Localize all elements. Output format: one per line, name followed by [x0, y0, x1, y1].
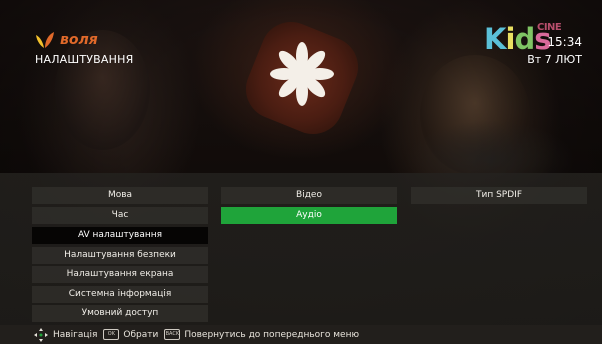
- hint-navigate: Навігація: [53, 329, 98, 340]
- channel-logo-cinema: CINE: [537, 22, 562, 33]
- brand-name: воля: [60, 32, 98, 48]
- menu-item-language[interactable]: Мова: [32, 187, 208, 204]
- menu-item-security-settings[interactable]: Налаштування безпеки: [32, 247, 208, 264]
- menu-item-system-info[interactable]: Системна інформація: [32, 286, 208, 303]
- menu-item-conditional-access[interactable]: Умовний доступ: [32, 305, 208, 322]
- option-video[interactable]: Відео: [221, 187, 397, 204]
- menu-item-screen-settings[interactable]: Налаштування екрана: [32, 266, 208, 283]
- hint-select: Обрати: [123, 329, 159, 340]
- brand: воля: [34, 31, 98, 49]
- submenu-spdif-type[interactable]: Тип SPDIF: [411, 187, 587, 204]
- menu-item-av-settings[interactable]: AV налаштування: [32, 227, 208, 244]
- option-audio[interactable]: Аудіо: [221, 207, 397, 224]
- volia-leaf-logo-icon: [36, 32, 54, 48]
- channel-logo-letter: K: [484, 22, 507, 56]
- clock-time: 15:34: [547, 35, 582, 49]
- back-key-icon: BACK: [164, 329, 181, 340]
- hint-back: Повернутись до попереднього меню: [184, 329, 360, 340]
- footer-hints: Навігація OK Обрати BACK Повернутись до …: [0, 325, 602, 344]
- page-title: НАЛАШТУВАННЯ: [35, 53, 134, 66]
- channel-logo-letter: d: [514, 22, 535, 56]
- clock-date: Вт 7 ЛЮТ: [527, 53, 582, 66]
- ok-key-icon: OK: [103, 329, 120, 340]
- menu-item-time[interactable]: Час: [32, 207, 208, 224]
- navigation-arrows-icon: [34, 327, 48, 342]
